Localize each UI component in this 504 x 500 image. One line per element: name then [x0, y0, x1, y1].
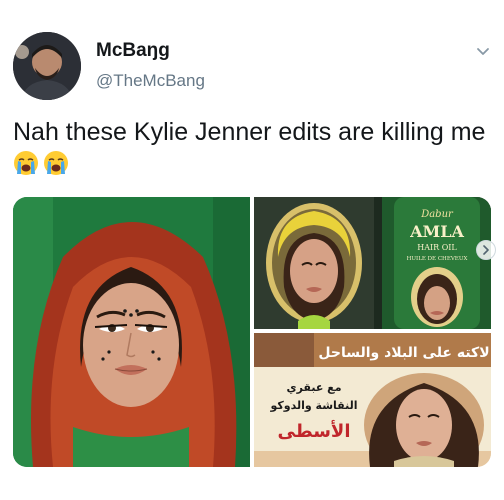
- poster-banner-text: لاكته على البلاد والساحل: [318, 345, 489, 361]
- amla-product-text: AMLA: [409, 222, 464, 241]
- amla-subtitle-text: HAIR OIL: [417, 243, 457, 252]
- chevron-right-icon: [483, 245, 489, 255]
- tweet-card: McBaŋg @TheMcBang Nah these Kylie Jenner…: [0, 0, 504, 500]
- loudly-crying-face-icon: [13, 150, 39, 176]
- amla-tagline-text: HUILE DE CHEVEUX: [407, 256, 468, 262]
- poster-line1-text: مع عبقري: [287, 381, 342, 394]
- next-image-button[interactable]: [476, 240, 496, 260]
- poster-line2-text: النقاشة والدوكو: [270, 399, 358, 412]
- avatar[interactable]: [13, 32, 81, 100]
- poster-line3-text: الأسطى: [277, 420, 350, 442]
- amla-brand-text: Dabur: [420, 209, 454, 220]
- chevron-down-icon[interactable]: [474, 42, 492, 60]
- display-name[interactable]: McBaŋg: [96, 40, 170, 62]
- user-handle[interactable]: @TheMcBang: [96, 71, 205, 91]
- loudly-crying-face-icon: [43, 150, 69, 176]
- tweet-text: Nah these Kylie Jenner edits are killing…: [13, 118, 486, 146]
- media-grid: Dabur AMLA HAIR OIL HUILE DE CHEVEUX لاك…: [13, 197, 491, 467]
- photo-arabic-poster-edit[interactable]: لاكته على البلاد والساحل مع عبقري النقاش…: [254, 333, 491, 467]
- emoji-row: [13, 150, 73, 180]
- photo-amla-hair-oil-edit[interactable]: Dabur AMLA HAIR OIL HUILE DE CHEVEUX: [254, 197, 491, 329]
- photo-headscarf-edit[interactable]: [13, 197, 250, 467]
